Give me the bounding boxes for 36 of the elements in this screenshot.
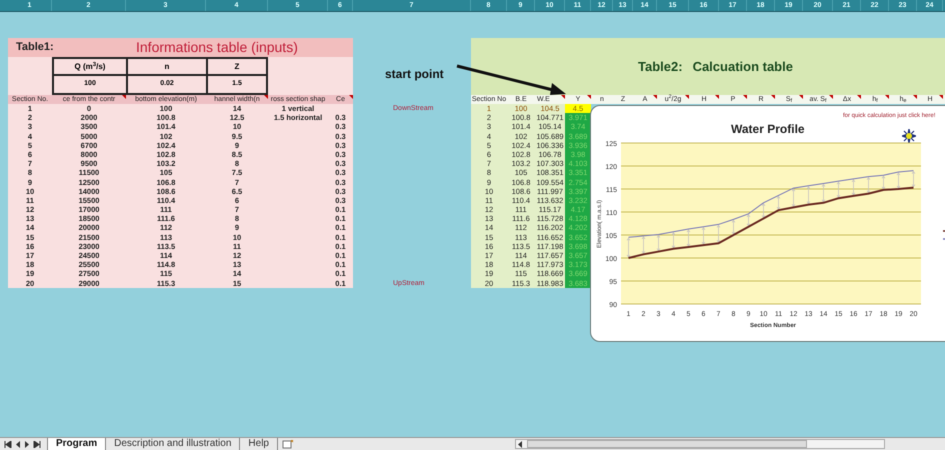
comment-marker-icon <box>885 95 889 99</box>
comment-marker-icon <box>264 95 268 99</box>
input-label-cell: n <box>128 57 206 76</box>
scroll-left-icon[interactable] <box>518 440 523 448</box>
table-title: Informations table (inputs) <box>136 38 298 57</box>
comment-marker-icon <box>349 95 353 99</box>
horizontal-scrollbar[interactable] <box>515 439 885 449</box>
comment-marker-icon <box>913 95 917 99</box>
comment-marker-icon <box>857 95 861 99</box>
table-label: Table1: <box>15 40 55 56</box>
comment-marker-icon <box>685 95 689 99</box>
last-sheet-icon[interactable] <box>33 440 41 448</box>
comment-marker-icon <box>799 95 803 99</box>
input-label-cell: Q (m$^{3}$/s) <box>54 57 126 76</box>
start-point-label: start point <box>385 66 444 83</box>
sun-icon <box>902 129 916 143</box>
table-label: Table2: <box>638 58 683 76</box>
legend-line-icon <box>943 238 945 240</box>
comment-marker-icon <box>715 95 719 99</box>
first-sheet-icon[interactable] <box>4 440 12 448</box>
comment-marker-icon <box>122 95 126 99</box>
previous-sheet-icon[interactable] <box>15 440 21 448</box>
comment-marker-icon <box>743 95 747 99</box>
comment-marker-icon <box>587 95 591 99</box>
insert-sheet-icon[interactable] <box>282 440 294 449</box>
comment-marker-icon <box>939 95 943 99</box>
chart-title: Water Profile <box>731 121 805 138</box>
comment-marker-icon <box>771 95 775 99</box>
legend-line-icon <box>943 230 945 232</box>
scrollbar-thumb[interactable] <box>527 440 807 448</box>
table-title: Calcuation table <box>692 58 793 76</box>
comment-marker-icon <box>829 95 833 99</box>
comment-marker-icon <box>653 95 657 99</box>
sheet-tab[interactable]: Program <box>47 438 106 450</box>
input-label-cell: Z <box>208 57 266 76</box>
next-sheet-icon[interactable] <box>24 440 30 448</box>
